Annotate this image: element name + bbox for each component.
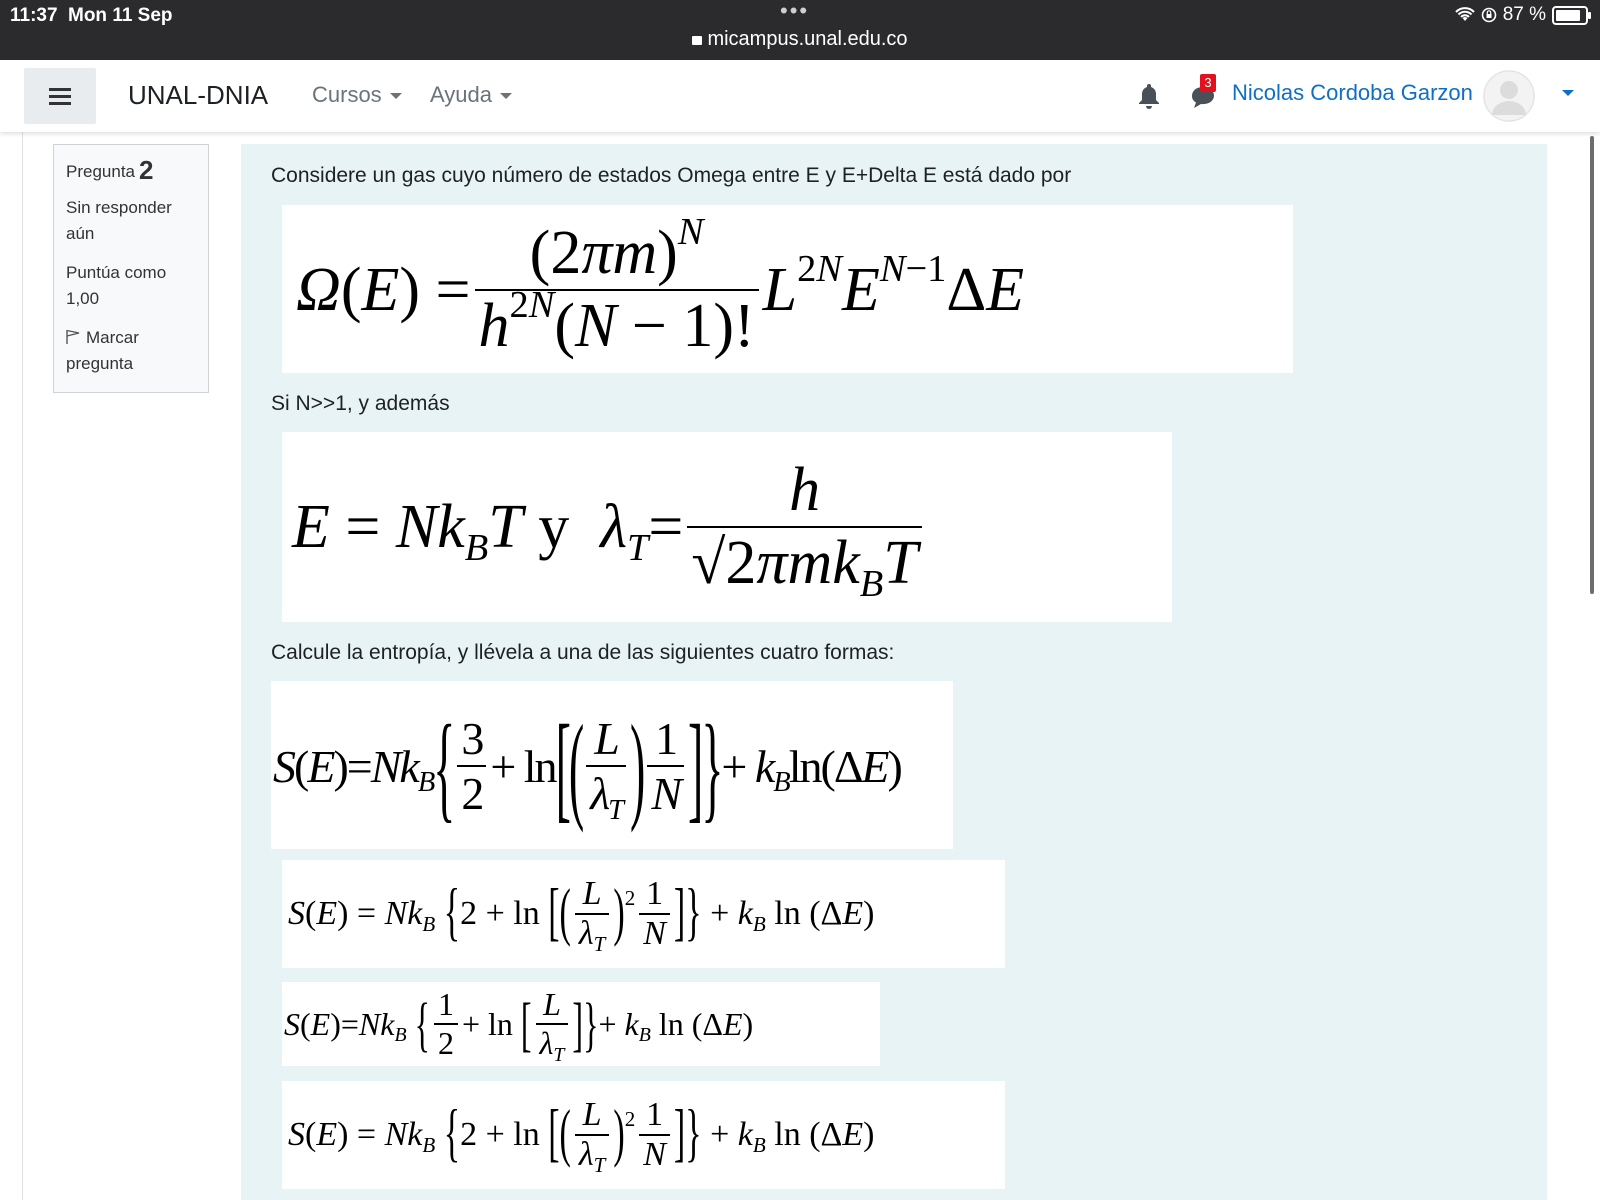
status-time: 11:37 [10, 5, 58, 26]
question-content: Considere un gas cuyo número de estados … [241, 144, 1547, 1200]
address-bar[interactable]: micampus.unal.edu.co [0, 28, 1600, 51]
chevron-down-icon [499, 93, 512, 100]
status-indicators: 87 % [1454, 4, 1591, 26]
question-grade: Puntúa como 1,00 [66, 260, 166, 312]
points-line-2: 1,00 [66, 289, 100, 308]
question-status: Sin responder aún [66, 195, 172, 247]
entropy-option-c-image: S(E)=NkB { 12 + ln [ LλT ]} + kB ln (ΔE) [282, 982, 880, 1066]
condition-text: Si N>>1, y además [271, 392, 450, 415]
nav-cursos-label: Cursos [312, 82, 382, 107]
battery-percent: 87 % [1502, 4, 1546, 25]
question-info-panel: Pregunta 2 Sin responder aún Puntúa como … [53, 144, 209, 393]
user-name[interactable]: Nicolas Cordoba Garzon [1232, 80, 1473, 106]
lock-icon [692, 36, 703, 45]
equation-omega-image: Ω(E) = (2πm)N h2N(N − 1)! L2NEN−1ΔE [282, 205, 1293, 373]
chevron-down-icon [389, 93, 402, 100]
flag-question-link[interactable]: Marcar pregunta [66, 325, 139, 377]
equation-thermal-wavelength-image: E = NkBT y λT= h √2πmkBT [282, 432, 1172, 622]
avatar[interactable] [1483, 70, 1535, 122]
top-navbar: UNAL-DNIA Cursos Ayuda 3 Nicolas Cordoba… [0, 60, 1600, 132]
flag-line-2: pregunta [66, 354, 134, 373]
drawer-toggle-button[interactable] [24, 68, 96, 124]
question-label: Pregunta [66, 162, 135, 181]
flag-line-1: Marcar [86, 328, 139, 347]
nav-cursos[interactable]: Cursos [312, 82, 402, 108]
entropy-option-b-image: S(E) = NkB {2 + ln [( LλT ) 2 1N ]} + kB … [282, 860, 1005, 968]
wifi-icon [1454, 7, 1475, 21]
entropy-option-d-image: S(E) = NkB {2 + ln [( LλT ) 2 1N ]} + kB … [282, 1081, 1005, 1189]
flag-icon [66, 329, 80, 344]
status-date: Mon 11 Sep [68, 5, 173, 26]
battery-icon [1552, 5, 1591, 25]
site-brand[interactable]: UNAL-DNIA [128, 80, 268, 111]
scrollbar[interactable] [1590, 136, 1594, 594]
question-number: Pregunta 2 [66, 157, 153, 185]
more-dots-icon[interactable]: ••• [780, 0, 809, 24]
message-count-badge: 3 [1200, 74, 1216, 92]
status-bar: 11:37 Mon 11 Sep ••• micampus.unal.edu.c… [0, 0, 1600, 60]
page-border [22, 132, 23, 1200]
entropy-option-a-image: S(E)=NkB { 32 + ln[( LλT ) 1N ]} + kBln(… [271, 681, 953, 849]
hamburger-icon [49, 84, 71, 109]
bell-icon[interactable] [1137, 82, 1161, 110]
nav-ayuda[interactable]: Ayuda [430, 82, 512, 108]
question-intro-text: Considere un gas cuyo número de estados … [271, 164, 1072, 187]
points-line-1: Puntúa como [66, 263, 167, 282]
orientation-lock-icon [1481, 7, 1496, 23]
user-menu-chevron-icon[interactable] [1562, 90, 1574, 96]
status-line-2: aún [66, 224, 95, 243]
question-number-value: 2 [139, 155, 154, 185]
nav-ayuda-label: Ayuda [430, 82, 492, 107]
status-line-1: Sin responder [66, 198, 172, 217]
url-text: micampus.unal.edu.co [707, 28, 908, 50]
instruction-text: Calcule la entropía, y llévela a una de … [271, 641, 895, 664]
